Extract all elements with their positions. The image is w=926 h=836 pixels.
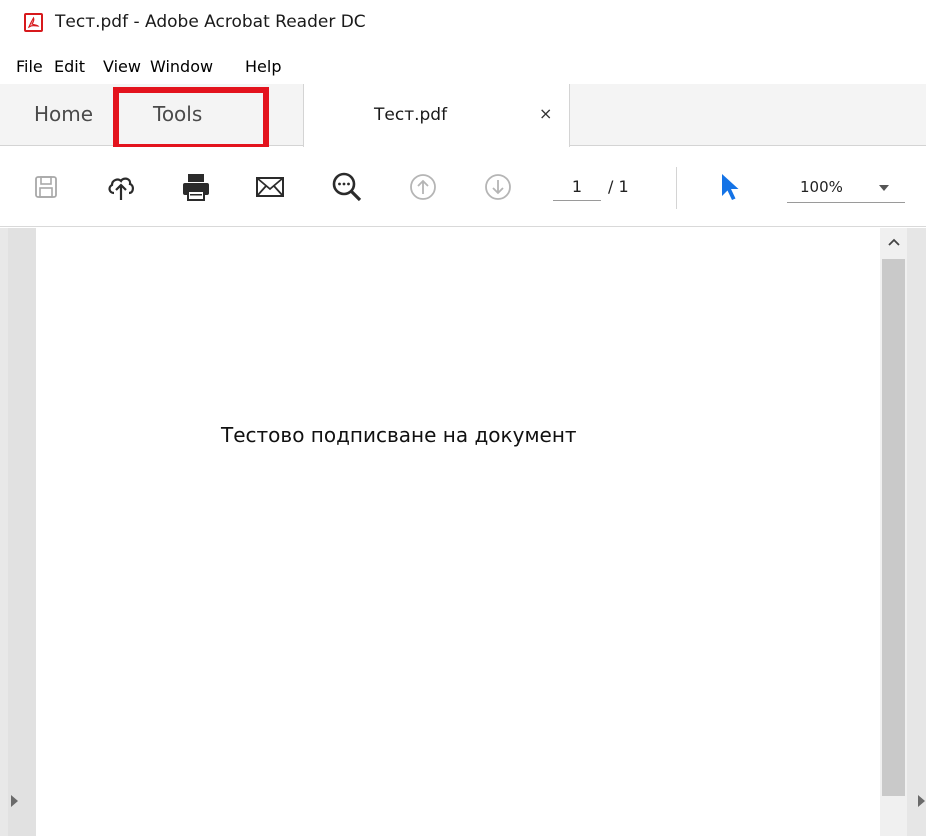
- document-text: Тестово подписване на документ: [221, 423, 577, 447]
- tab-home[interactable]: Home: [18, 84, 118, 146]
- email-icon[interactable]: [250, 167, 290, 207]
- menu-edit[interactable]: Edit: [54, 57, 85, 76]
- tab-bar: Home Tools Тест.pdf ×: [0, 84, 926, 147]
- page-down-icon[interactable]: [478, 167, 518, 207]
- page-up-icon[interactable]: [403, 167, 443, 207]
- zoom-search-icon[interactable]: [327, 167, 367, 207]
- zoom-dropdown[interactable]: 100%: [787, 173, 905, 203]
- menu-view[interactable]: View: [103, 57, 141, 76]
- window-title: Тест.pdf - Adobe Acrobat Reader DC: [55, 12, 366, 32]
- tab-document-label: Тест.pdf: [374, 105, 448, 125]
- tab-document[interactable]: Тест.pdf ×: [303, 84, 570, 147]
- menu-file[interactable]: File: [16, 57, 43, 76]
- tab-home-label: Home: [34, 102, 94, 126]
- cloud-upload-icon[interactable]: [101, 167, 141, 207]
- zoom-value: 100%: [800, 178, 843, 196]
- tab-tools-label: Tools: [153, 102, 203, 126]
- title-bar: Тест.pdf - Adobe Acrobat Reader DC: [0, 0, 926, 52]
- select-cursor-icon[interactable]: [710, 167, 750, 207]
- page-total: / 1: [608, 177, 629, 196]
- close-icon[interactable]: ×: [539, 104, 552, 123]
- toolbar-divider: [676, 167, 677, 209]
- toolbar: 1 / 1 100%: [0, 147, 926, 227]
- vertical-scrollbar[interactable]: [880, 228, 907, 836]
- print-icon[interactable]: [176, 167, 216, 207]
- right-panel-toggle-strip[interactable]: [907, 228, 926, 836]
- scrollbar-thumb[interactable]: [882, 259, 905, 796]
- left-panel-toggle-strip[interactable]: [8, 228, 36, 836]
- document-area: Тестово подписване на документ: [0, 228, 926, 836]
- menu-help[interactable]: Help: [245, 57, 281, 76]
- menu-window[interactable]: Window: [150, 57, 213, 76]
- tab-tools[interactable]: Tools: [118, 84, 262, 146]
- pdf-page[interactable]: Тестово подписване на документ: [36, 228, 880, 836]
- menu-bar: File Edit View Window Help: [0, 52, 926, 84]
- page-number-input[interactable]: 1: [553, 175, 601, 201]
- expand-left-panel-icon[interactable]: [11, 795, 18, 807]
- expand-right-panel-icon[interactable]: [918, 795, 925, 807]
- scroll-up-icon[interactable]: [880, 228, 907, 256]
- acrobat-pdf-icon: [24, 13, 43, 32]
- chevron-down-icon[interactable]: [879, 185, 889, 191]
- save-icon[interactable]: [26, 167, 66, 207]
